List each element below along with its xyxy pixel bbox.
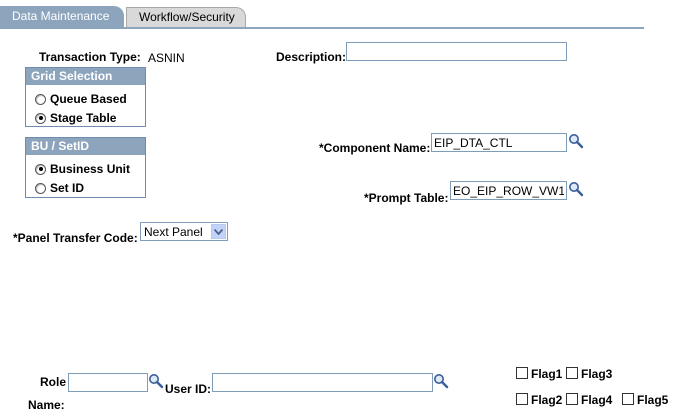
flag1-label: Flag1 — [531, 367, 563, 381]
flag4-checkbox[interactable] — [566, 393, 578, 405]
flag5-label: Flag5 — [637, 393, 669, 407]
bu-setid-selection-group: BU / SetID Selection Business Unit Set I… — [25, 137, 146, 198]
flag5-checkbox[interactable] — [622, 393, 634, 405]
tab-underline — [0, 27, 644, 29]
user-id-input[interactable] — [212, 373, 433, 392]
role-lookup-icon[interactable] — [148, 373, 164, 389]
set-id-label: Set ID — [50, 181, 85, 195]
description-input[interactable] — [346, 42, 567, 61]
queue-based-radio[interactable] — [35, 93, 46, 105]
radio-set-id[interactable]: Set ID — [35, 180, 84, 196]
panel-transfer-label: *Panel Transfer Code: — [13, 231, 138, 245]
queue-based-label: Queue Based — [50, 92, 127, 106]
flag3-checkbox[interactable] — [566, 367, 578, 379]
flag1-checkbox[interactable] — [516, 367, 528, 379]
stage-table-radio[interactable] — [35, 112, 46, 124]
set-id-radio[interactable] — [35, 182, 46, 194]
business-unit-label: Business Unit — [50, 162, 131, 176]
flag2-label: Flag2 — [531, 393, 563, 407]
radio-business-unit[interactable]: Business Unit — [35, 161, 130, 177]
flag4-label: Flag4 — [581, 393, 613, 407]
component-name-label: *Component Name: — [319, 141, 431, 155]
stage-table-label: Stage Table — [50, 111, 117, 125]
description-label: Description: — [276, 50, 347, 64]
flag3-label: Flag3 — [581, 367, 613, 381]
role-name-input[interactable] — [68, 373, 148, 392]
transaction-type-label: Transaction Type: — [39, 50, 141, 64]
tab-data-maintenance[interactable]: Data Maintenance — [0, 6, 124, 27]
component-lookup-icon[interactable] — [568, 133, 584, 149]
role-label: Role — [40, 375, 67, 389]
radio-stage-table[interactable]: Stage Table — [35, 110, 116, 126]
prompt-table-input[interactable] — [450, 181, 567, 200]
radio-queue-based[interactable]: Queue Based — [35, 91, 127, 107]
user-id-lookup-icon[interactable] — [433, 373, 449, 389]
grid-selection-group: Grid Selection Queue Based Stage Table — [25, 67, 146, 127]
prompt-table-lookup-icon[interactable] — [568, 181, 584, 197]
component-name-input[interactable] — [431, 133, 567, 152]
transaction-type-value: ASNIN — [148, 51, 185, 65]
tab-workflow-security[interactable]: Workflow/Security — [126, 7, 246, 27]
bu-setid-title: BU / SetID Selection — [26, 138, 145, 170]
panel-transfer-value: Next Panel — [144, 224, 203, 239]
flag2-checkbox[interactable] — [516, 393, 528, 405]
prompt-table-label: *Prompt Table: — [364, 191, 449, 205]
user-id-label: User ID: — [165, 382, 212, 396]
grid-selection-title: Grid Selection — [26, 68, 145, 85]
chevron-down-icon[interactable] — [211, 224, 226, 239]
role-name-label: Name: — [28, 398, 65, 412]
panel-transfer-select[interactable]: Next Panel — [140, 222, 228, 241]
business-unit-radio[interactable] — [35, 163, 46, 175]
